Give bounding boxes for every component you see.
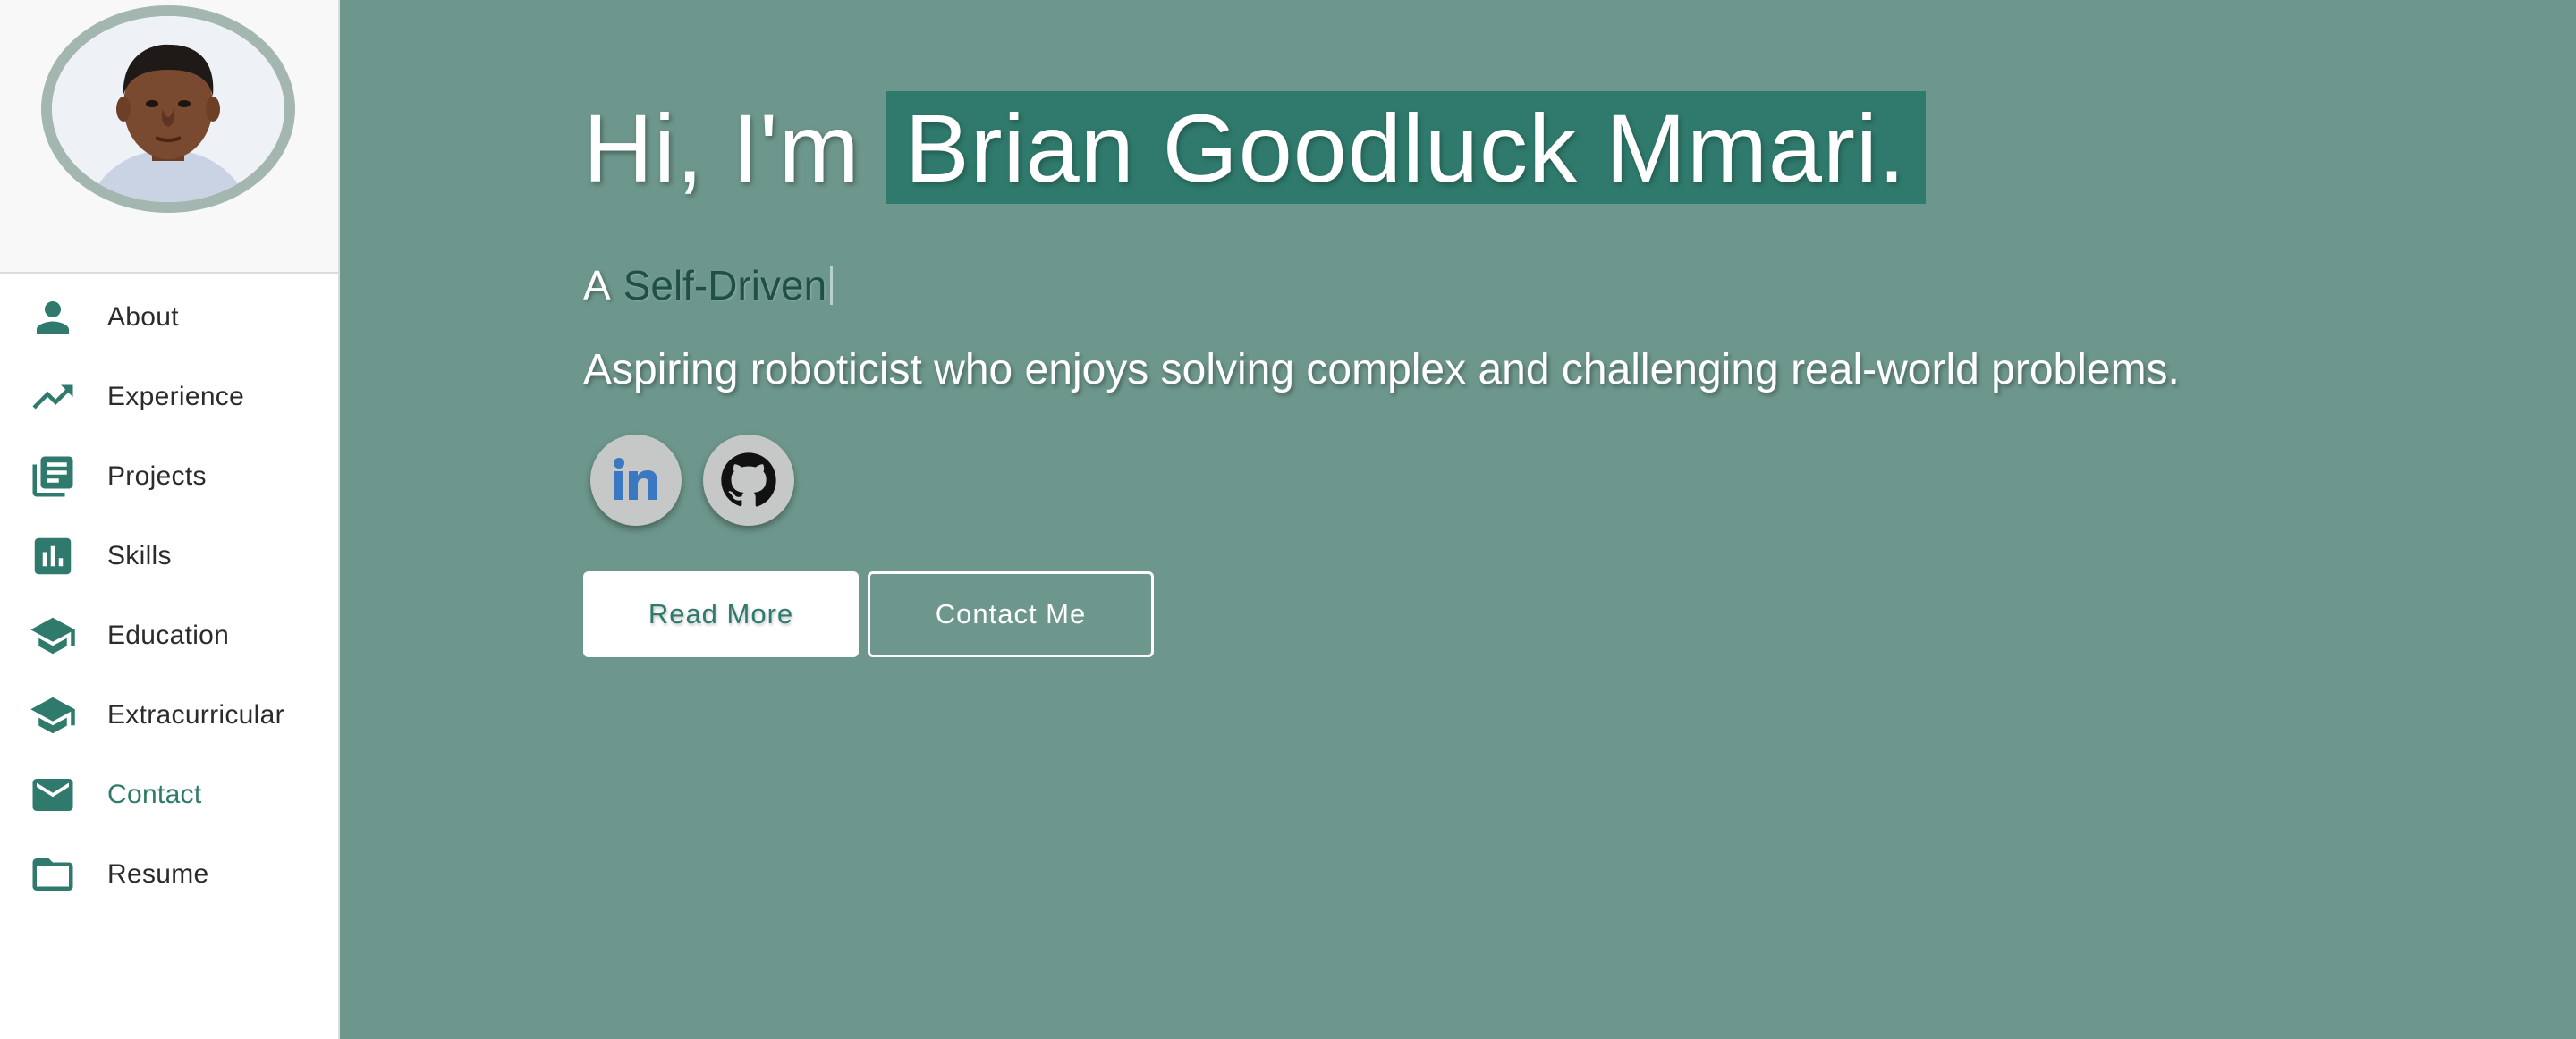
linkedin-link[interactable] xyxy=(590,435,682,526)
typing-prefix: A xyxy=(583,262,611,308)
hero-actions: Read More Contact Me xyxy=(583,571,1154,657)
sidebar-nav: About Experience Projects Skills Educati… xyxy=(0,274,338,914)
sidebar-item-label: Resume xyxy=(107,858,209,889)
sidebar-item-extracurricular[interactable]: Extracurricular xyxy=(0,675,338,755)
sidebar-item-label: Contact xyxy=(107,779,202,809)
contact-me-button[interactable]: Contact Me xyxy=(868,571,1154,657)
sidebar-item-about[interactable]: About xyxy=(0,277,338,357)
typing-line: A Self-Driven xyxy=(583,261,834,309)
sidebar-item-projects[interactable]: Projects xyxy=(0,436,338,516)
sidebar-item-skills[interactable]: Skills xyxy=(0,516,338,596)
avatar xyxy=(41,5,295,213)
mail-icon xyxy=(29,771,77,819)
sidebar: About Experience Projects Skills Educati… xyxy=(0,0,340,1039)
sidebar-item-resume[interactable]: Resume xyxy=(0,834,338,914)
school-icon xyxy=(29,691,77,739)
hero-section: Hi, I'm Brian Goodluck Mmari. A Self-Dri… xyxy=(340,0,2576,1039)
library-books-icon xyxy=(29,452,77,501)
hero-name: Brian Goodluck Mmari. xyxy=(885,91,1926,204)
sidebar-item-label: About xyxy=(107,301,179,332)
github-icon xyxy=(721,452,776,507)
hero-heading: Hi, I'm Brian Goodluck Mmari. xyxy=(583,89,1926,206)
sidebar-item-label: Education xyxy=(107,620,230,650)
person-icon xyxy=(29,293,77,342)
social-links xyxy=(590,435,794,526)
sidebar-item-education[interactable]: Education xyxy=(0,596,338,675)
sidebar-item-contact[interactable]: Contact xyxy=(0,755,338,834)
sidebar-item-experience[interactable]: Experience xyxy=(0,357,338,436)
linkedin-icon xyxy=(614,458,657,500)
folder-icon xyxy=(29,850,77,899)
avatar-portrait xyxy=(52,16,284,202)
github-link[interactable] xyxy=(703,435,794,526)
typing-caret xyxy=(830,266,834,305)
hero-tagline: Aspiring roboticist who enjoys solving c… xyxy=(583,346,2180,393)
greeting-prefix: Hi, I'm xyxy=(583,93,860,202)
sidebar-item-label: Skills xyxy=(107,540,172,570)
bar-chart-icon xyxy=(29,532,77,580)
avatar-section xyxy=(0,0,338,274)
portfolio-app: About Experience Projects Skills Educati… xyxy=(0,0,2576,1039)
read-more-button[interactable]: Read More xyxy=(583,571,859,657)
sidebar-item-label: Experience xyxy=(107,381,245,411)
sidebar-item-label: Extracurricular xyxy=(107,699,284,730)
trending-up-icon xyxy=(29,373,77,421)
school-icon xyxy=(29,612,77,660)
sidebar-item-label: Projects xyxy=(107,460,207,491)
typing-word: Self-Driven xyxy=(623,262,827,308)
